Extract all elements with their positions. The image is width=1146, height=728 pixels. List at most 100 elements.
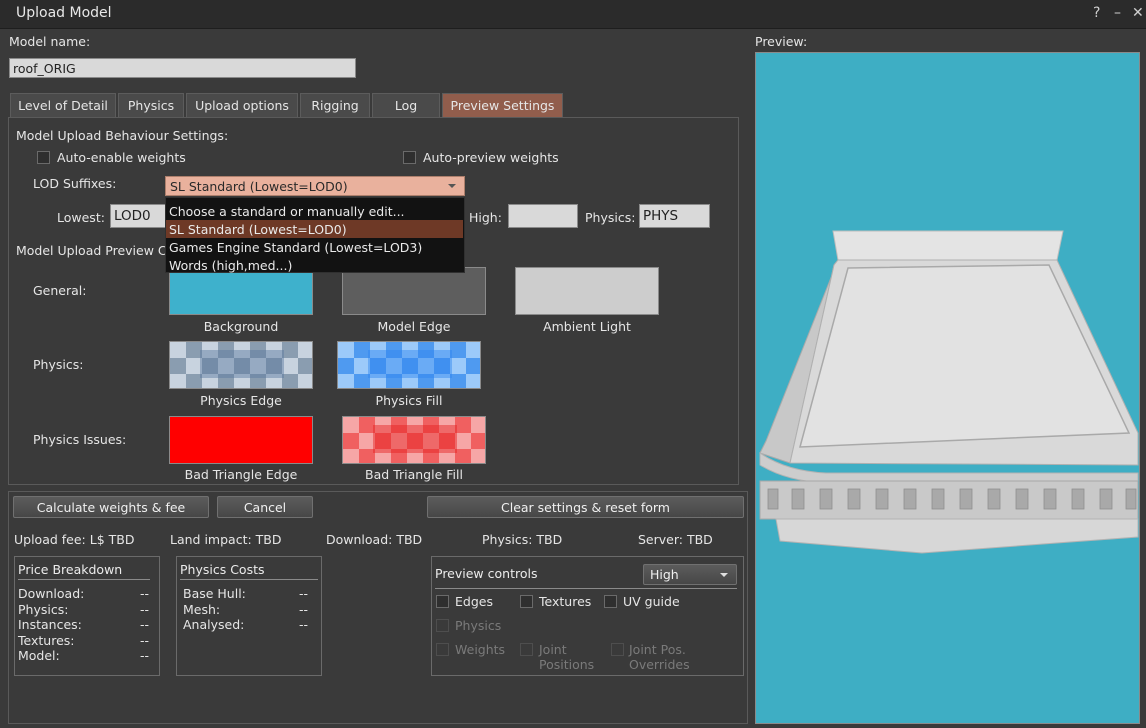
- joint-positions-checkbox[interactable]: [520, 643, 533, 656]
- joint-positions-label-line2: Positions: [539, 657, 595, 672]
- bad-triangle-fill-color-swatch[interactable]: [342, 416, 486, 464]
- price-row-value: --: [140, 602, 150, 617]
- price-breakdown-box: Price Breakdown Download: -- Physics: --…: [14, 556, 160, 676]
- joint-overrides-label-line2: Overrides: [629, 657, 690, 672]
- high-suffix-input[interactable]: [508, 204, 578, 228]
- tab-physics[interactable]: Physics: [118, 93, 184, 117]
- preview-quality-select[interactable]: High: [643, 564, 737, 585]
- lowest-label: Lowest:: [57, 210, 105, 225]
- weights-checkbox[interactable]: [436, 643, 449, 656]
- dropdown-option-games-engine[interactable]: Games Engine Standard (Lowest=LOD3): [166, 238, 463, 256]
- physics-cost-row-label: Mesh:: [183, 602, 221, 617]
- physics-costs-divider: [180, 579, 318, 580]
- background-color-swatch[interactable]: [169, 267, 313, 315]
- physics-edge-overlay: [200, 350, 284, 378]
- price-row-value: --: [140, 586, 150, 601]
- price-row-value: --: [140, 633, 150, 648]
- physics-issues-label: Physics Issues:: [33, 432, 127, 447]
- roof-model-render: [759, 230, 1139, 554]
- model-name-label: Model name:: [9, 34, 91, 49]
- physics-preview-label: Physics: [455, 618, 502, 633]
- clear-reset-button[interactable]: Clear settings & reset form: [427, 496, 744, 518]
- auto-preview-weights-checkbox[interactable]: [403, 151, 416, 164]
- minimize-icon[interactable]: –: [1114, 5, 1121, 21]
- tab-rigging[interactable]: Rigging: [300, 93, 370, 117]
- physics-costs-box: Physics Costs Base Hull: -- Mesh: -- Ana…: [176, 556, 322, 676]
- background-label: Background: [203, 319, 279, 334]
- physics-edge-color-swatch[interactable]: [169, 341, 313, 389]
- bad-triangle-fill-label: Bad Triangle Fill: [365, 467, 463, 482]
- download-text: Download: TBD: [326, 532, 423, 547]
- physics-cost-row-label: Analysed:: [183, 617, 245, 632]
- price-row-label: Physics:: [18, 602, 69, 617]
- physics-fill-label: Physics Fill: [375, 393, 443, 408]
- preview-controls-divider: [435, 588, 737, 589]
- physics-preview-checkbox[interactable]: [436, 619, 449, 632]
- preview-quality-value: High: [650, 567, 679, 582]
- price-row-label: Download:: [18, 586, 85, 601]
- help-icon[interactable]: ?: [1093, 5, 1100, 21]
- preview-controls-box: Preview controls High Edges Textures UV …: [431, 556, 744, 676]
- auto-preview-weights-label: Auto-preview weights: [423, 150, 559, 165]
- auto-enable-weights-label: Auto-enable weights: [57, 150, 186, 165]
- tab-log[interactable]: Log: [372, 93, 440, 117]
- textures-label: Textures: [539, 594, 592, 609]
- joint-overrides-checkbox[interactable]: [611, 643, 624, 656]
- high-label: High:: [469, 210, 502, 225]
- preview-colors-heading: Model Upload Preview C: [16, 243, 167, 258]
- edges-label: Edges: [455, 594, 493, 609]
- textures-checkbox[interactable]: [520, 595, 533, 608]
- tab-preview-settings[interactable]: Preview Settings: [442, 93, 563, 117]
- physics-cost-text: Physics: TBD: [482, 532, 563, 547]
- calculate-weights-button[interactable]: Calculate weights & fee: [13, 496, 209, 518]
- physics-suffix-input[interactable]: PHYS: [639, 204, 710, 228]
- dropdown-option-manual[interactable]: Choose a standard or manually edit...: [166, 202, 463, 220]
- tab-level-of-detail[interactable]: Level of Detail: [10, 93, 116, 117]
- lod-suffixes-label: LOD Suffixes:: [33, 176, 117, 191]
- physics-cost-row-label: Base Hull:: [183, 586, 246, 601]
- chevron-down-icon: [720, 573, 728, 577]
- model-edge-color-swatch[interactable]: [342, 267, 486, 315]
- physics-edge-label: Physics Edge: [200, 393, 282, 408]
- cancel-button[interactable]: Cancel: [217, 496, 313, 518]
- physics-costs-title: Physics Costs: [180, 562, 265, 577]
- bad-triangle-fill-overlay: [373, 425, 457, 453]
- price-row-label: Model:: [18, 648, 60, 663]
- dropdown-option-sl-standard[interactable]: SL Standard (Lowest=LOD0): [166, 220, 463, 238]
- joint-overrides-label-line1: Joint Pos.: [629, 642, 686, 657]
- upload-fee-text: Upload fee: L$ TBD: [14, 532, 135, 547]
- physics-cost-row-value: --: [299, 602, 309, 617]
- lod-suffixes-dropdown: Choose a standard or manually edit... SL…: [165, 197, 465, 273]
- preview-controls-title: Preview controls: [435, 566, 538, 581]
- ambient-light-color-swatch[interactable]: [515, 267, 659, 315]
- physics-colors-label: Physics:: [33, 357, 84, 372]
- window-title: Upload Model: [16, 5, 112, 21]
- model-name-input[interactable]: roof_ORIG: [9, 58, 356, 78]
- behaviour-heading: Model Upload Behaviour Settings:: [16, 128, 229, 143]
- close-icon[interactable]: ✕: [1132, 5, 1144, 21]
- lowest-suffix-input[interactable]: LOD0: [110, 204, 170, 228]
- bad-triangle-edge-color-swatch[interactable]: [169, 416, 313, 464]
- price-row-value: --: [140, 648, 150, 663]
- uv-guide-checkbox[interactable]: [604, 595, 617, 608]
- lod-suffixes-selected: SL Standard (Lowest=LOD0): [170, 179, 348, 194]
- price-row-label: Instances:: [18, 617, 82, 632]
- model-preview-viewport[interactable]: [755, 52, 1140, 724]
- title-bar: Upload Model ? – ✕: [0, 0, 1146, 29]
- preview-label: Preview:: [755, 34, 808, 49]
- joint-positions-label-line1: Joint: [539, 642, 567, 657]
- price-breakdown-divider: [18, 579, 150, 580]
- lod-suffixes-combobox[interactable]: SL Standard (Lowest=LOD0): [165, 176, 465, 196]
- uv-guide-label: UV guide: [623, 594, 680, 609]
- ambient-light-label: Ambient Light: [543, 319, 631, 334]
- tab-upload-options[interactable]: Upload options: [186, 93, 298, 117]
- physics-fill-overlay: [368, 350, 452, 378]
- physics-fill-color-swatch[interactable]: [337, 341, 481, 389]
- price-breakdown-title: Price Breakdown: [18, 562, 123, 577]
- edges-checkbox[interactable]: [436, 595, 449, 608]
- bad-triangle-edge-label: Bad Triangle Edge: [184, 467, 298, 482]
- physics-cost-row-value: --: [299, 586, 309, 601]
- dropdown-option-words[interactable]: Words (high,med...): [166, 256, 463, 274]
- auto-enable-weights-checkbox[interactable]: [37, 151, 50, 164]
- chevron-down-icon: [448, 184, 456, 188]
